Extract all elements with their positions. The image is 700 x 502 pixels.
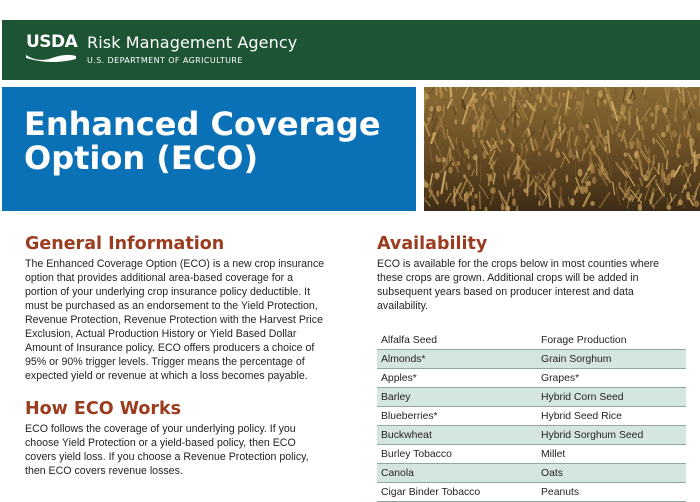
crop-cell: Canola [377, 464, 537, 483]
title-banner: Enhanced Coverage Option (ECO) [2, 87, 416, 211]
department-name: U.S. DEPARTMENT OF AGRICULTURE [87, 56, 243, 65]
left-column: General Information The Enhanced Coverag… [25, 233, 355, 478]
crop-cell: Peanuts [537, 483, 686, 502]
table-row: Apples*Grapes* [377, 369, 686, 388]
general-information-line: portion of your underlying crop insuranc… [25, 285, 355, 299]
table-row: Burley TobaccoMillet [377, 445, 686, 464]
agency-header: USDA Risk Management Agency U.S. DEPARTM… [2, 20, 700, 80]
crop-cell: Apples* [377, 369, 537, 388]
general-information-line: Exclusion, Actual Production History or … [25, 327, 355, 341]
general-information-heading: General Information [25, 233, 355, 255]
general-information-line: Revenue Protection, Revenue Protection w… [25, 313, 355, 327]
general-information-line: Amount of Insurance policy. ECO offers p… [25, 341, 355, 355]
table-row: Blueberries*Hybrid Seed Rice [377, 407, 686, 426]
crop-cell: Barley [377, 388, 537, 407]
how-eco-works-text: ECO follows the coverage of your underly… [25, 422, 355, 478]
table-row: Alfalfa SeedForage Production [377, 331, 686, 350]
availability-text: ECO is available for the crops below in … [377, 257, 689, 313]
general-information-line: option that provides additional area-bas… [25, 271, 355, 285]
how-eco-works-heading: How ECO Works [25, 398, 355, 420]
table-row: Almonds*Grain Sorghum [377, 350, 686, 369]
crop-cell: Oats [537, 464, 686, 483]
crop-cell: Forage Production [537, 331, 686, 350]
crop-cell: Hybrid Sorghum Seed [537, 426, 686, 445]
how-eco-works-line: then ECO covers revenue losses. [25, 464, 355, 478]
availability-heading: Availability [377, 233, 689, 255]
how-eco-works-line: covers yield loss. If you choose a Reven… [25, 450, 355, 464]
crop-cell: Millet [537, 445, 686, 464]
crop-cell: Cigar Binder Tobacco [377, 483, 537, 502]
usda-logo: USDA [26, 32, 78, 64]
crop-cell: Alfalfa Seed [377, 331, 537, 350]
general-information-line: The Enhanced Coverage Option (ECO) is a … [25, 257, 355, 271]
usda-logo-text: USDA [26, 32, 77, 52]
crop-cell: Almonds* [377, 350, 537, 369]
crop-cell: Hybrid Seed Rice [537, 407, 686, 426]
crop-cell: Grain Sorghum [537, 350, 686, 369]
table-row: CanolaOats [377, 464, 686, 483]
crop-cell: Blueberries* [377, 407, 537, 426]
top-margin [0, 0, 700, 20]
field-illustration [424, 87, 700, 211]
crop-list-table: Alfalfa SeedForage ProductionAlmonds*Gra… [377, 331, 686, 502]
how-eco-works-line: choose Yield Protection or a yield-based… [25, 436, 355, 450]
general-information-line: must be purchased as an endorsement to t… [25, 299, 355, 313]
agency-name: Risk Management Agency [87, 33, 297, 52]
usda-swoosh-icon [26, 53, 76, 65]
availability-line: ECO is available for the crops below in … [377, 257, 689, 271]
availability-line: subsequent years based on producer inter… [377, 285, 689, 299]
how-eco-works-line: ECO follows the coverage of your underly… [25, 422, 355, 436]
table-row: BuckwheatHybrid Sorghum Seed [377, 426, 686, 445]
availability-line: these crops are grown. Additional crops … [377, 271, 689, 285]
right-column: Availability ECO is available for the cr… [377, 233, 689, 313]
table-row: Cigar Binder TobaccoPeanuts [377, 483, 686, 502]
general-information-line: expected yield or revenue at which a los… [25, 369, 355, 383]
availability-line: availability. [377, 299, 689, 313]
crop-cell: Buckwheat [377, 426, 537, 445]
crop-field-photo [424, 87, 700, 211]
document-title: Enhanced Coverage Option (ECO) [24, 107, 404, 175]
title-line-2: Option (ECO) [24, 141, 404, 175]
general-information-text: The Enhanced Coverage Option (ECO) is a … [25, 257, 355, 383]
title-line-1: Enhanced Coverage [24, 107, 404, 141]
general-information-line: 95% or 90% trigger levels. Trigger means… [25, 355, 355, 369]
table-row: BarleyHybrid Corn Seed [377, 388, 686, 407]
crop-cell: Grapes* [537, 369, 686, 388]
crop-cell: Hybrid Corn Seed [537, 388, 686, 407]
crop-cell: Burley Tobacco [377, 445, 537, 464]
